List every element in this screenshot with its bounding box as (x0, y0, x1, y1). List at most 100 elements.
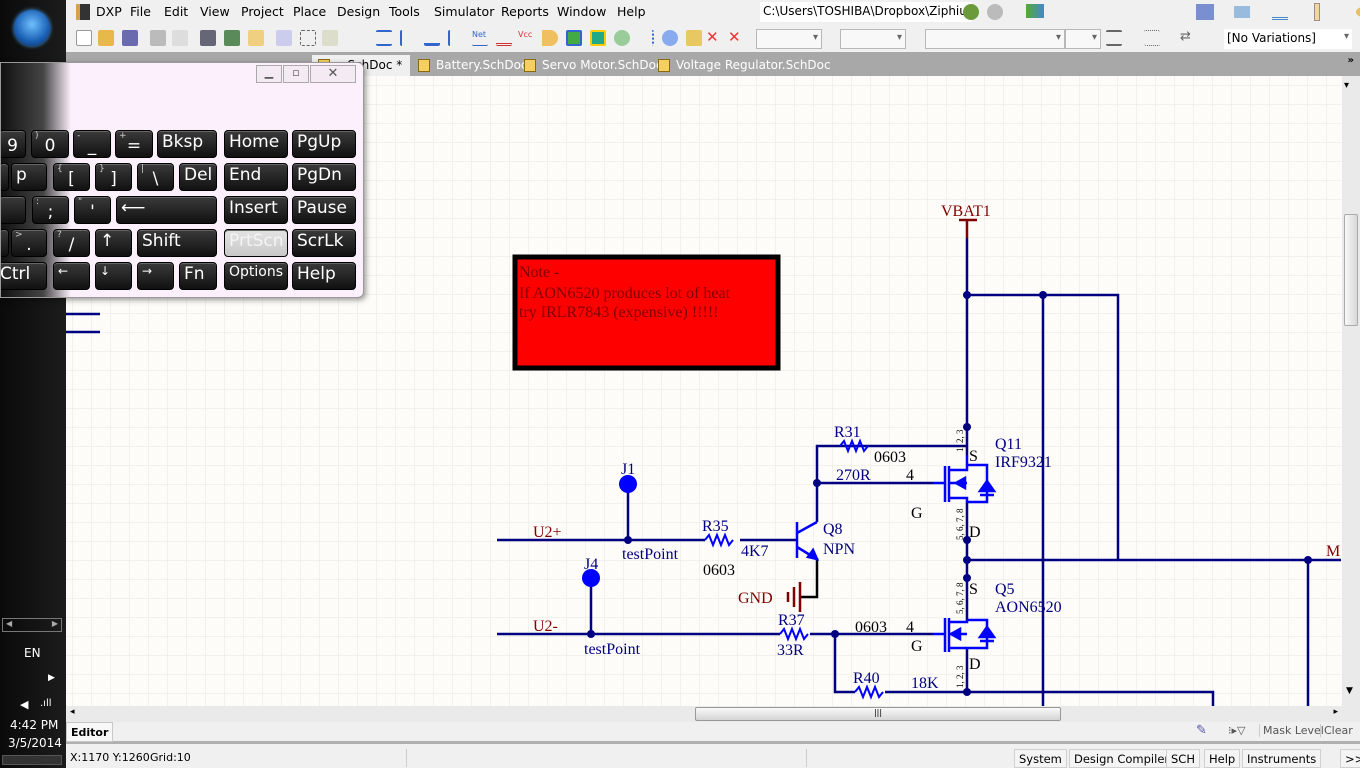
sheet-entry-icon[interactable] (590, 30, 606, 46)
horizontal-scrollbar[interactable]: ◂ ||| ▸ (66, 706, 1342, 722)
path-combo[interactable]: C:\Users\TOSHIBA\Dropbox\Ziphiu (760, 2, 972, 22)
clock-date[interactable]: 3/5/2014 (8, 736, 62, 750)
menu-place[interactable]: Place (293, 4, 326, 19)
scroll-right-icon[interactable]: ▸ (1333, 707, 1338, 717)
key-left[interactable]: ← (53, 262, 90, 290)
back-icon[interactable] (963, 4, 979, 20)
key-0[interactable]: ) 0 (31, 130, 69, 158)
key-semicolon[interactable]: :; (32, 196, 69, 224)
layers-icon[interactable] (200, 30, 216, 46)
board-icon[interactable] (224, 30, 240, 46)
vcc-port-icon[interactable]: Vcc (518, 30, 534, 46)
key-scrlk[interactable]: ScrLk (292, 229, 356, 257)
bus-icon[interactable] (376, 30, 392, 46)
menu-project[interactable]: Project (241, 4, 284, 19)
key-home[interactable]: Home (224, 130, 288, 158)
close-button[interactable]: ✕ (310, 65, 356, 83)
menu-view[interactable]: View (200, 4, 230, 19)
menu-design[interactable]: Design (337, 4, 380, 19)
key-l[interactable] (1, 196, 26, 224)
scroll-up-icon[interactable]: ▾ (1344, 80, 1349, 91)
home-icon[interactable] (1026, 4, 1044, 18)
print-icon[interactable] (150, 30, 166, 46)
menu-tools[interactable]: Tools (389, 4, 420, 19)
key-period[interactable]: >. (11, 229, 47, 257)
key-quote[interactable]: " ' (74, 196, 111, 224)
font-combo[interactable] (756, 29, 822, 49)
menu-window[interactable]: Window (557, 4, 606, 19)
drawing-tools-icon[interactable] (1196, 4, 1214, 20)
simulation-sources-icon[interactable] (1314, 3, 1320, 21)
swap-icon[interactable]: ⇄ (1180, 30, 1196, 46)
zoom-selected-icon[interactable] (322, 30, 338, 46)
scroll-left-icon[interactable]: ◂ (70, 707, 75, 717)
key-del[interactable]: Del (179, 163, 217, 191)
taskbar-scroller[interactable]: ◀ ▶ (2, 618, 62, 632)
language-indicator[interactable]: EN (24, 646, 41, 660)
print-preview-icon[interactable] (172, 30, 188, 46)
key-equals[interactable]: + = (115, 130, 153, 158)
power-ports-icon[interactable] (1272, 4, 1288, 20)
show-desktop[interactable] (2, 755, 62, 765)
line-style-icon[interactable] (1144, 30, 1160, 46)
clear-button[interactable]: Clear (1320, 724, 1353, 737)
filter-icon[interactable]: ⁝▸▽ (1228, 724, 1258, 737)
help-button[interactable]: Help (1204, 749, 1241, 768)
more-panels-button[interactable]: >> (1340, 749, 1360, 768)
zoom-fit-icon[interactable] (276, 30, 292, 46)
zoom-area-icon[interactable] (300, 30, 316, 46)
save-icon[interactable] (122, 30, 138, 46)
tab-voltage-regulator[interactable]: Voltage Regulator.SchDoc (652, 55, 835, 76)
menu-edit[interactable]: Edit (164, 4, 188, 19)
net-label-icon[interactable]: Net (472, 30, 488, 46)
key-right[interactable]: → (137, 262, 174, 290)
port-icon[interactable] (638, 30, 654, 46)
sheet-symbol-icon[interactable] (566, 30, 582, 46)
line-width-icon[interactable] (1106, 30, 1122, 46)
tab-battery[interactable]: Battery.SchDoc (412, 55, 532, 76)
key-9[interactable]: 9 (1, 130, 26, 158)
key-up[interactable]: ↑ (95, 229, 132, 257)
volume-icon[interactable]: ◀ (20, 698, 28, 711)
system-button[interactable]: System (1014, 749, 1067, 768)
no-erc-cross-icon[interactable]: ✕ (728, 30, 744, 46)
show-hidden-icons[interactable]: ▶ (48, 673, 55, 683)
port-entry-icon[interactable] (662, 30, 678, 46)
tab-overflow-icon[interactable]: » (1348, 55, 1354, 66)
vertical-scroll-thumb[interactable] (1344, 214, 1358, 326)
directive-icon[interactable] (686, 30, 702, 46)
wire-icon[interactable] (448, 30, 464, 46)
editor-tab[interactable]: Editor (66, 722, 114, 742)
key-left-bracket[interactable]: {[ (53, 163, 90, 191)
horizontal-scroll-thumb[interactable]: ||| (695, 707, 1061, 721)
menu-dxp[interactable]: DXP (96, 4, 122, 19)
key-prtscn[interactable]: PrtScn (224, 229, 288, 257)
key-pause[interactable]: Pause (292, 196, 356, 224)
instruments-button[interactable]: Instruments (1242, 749, 1322, 768)
key-minus[interactable]: - _ (73, 130, 111, 158)
recycle-icon[interactable] (614, 30, 630, 46)
size-combo[interactable] (840, 29, 906, 49)
key-slash[interactable]: ? / (53, 229, 90, 257)
design-compiler-button[interactable]: Design Compiler (1069, 749, 1175, 768)
sch-button[interactable]: SCH (1166, 749, 1200, 768)
no-erc-icon[interactable]: ✕ (706, 30, 722, 46)
sheet-icon[interactable] (248, 30, 264, 46)
start-button[interactable] (14, 10, 50, 46)
key-pgup[interactable]: PgUp (292, 130, 356, 158)
style-combo[interactable] (925, 29, 1065, 49)
key-help[interactable]: Help (292, 262, 356, 290)
forward-icon[interactable] (987, 4, 1003, 20)
new-document-icon[interactable] (76, 30, 92, 46)
key-down[interactable]: ↓ (95, 262, 132, 290)
menu-simulator[interactable]: Simulator (434, 4, 494, 19)
width-combo[interactable] (1065, 29, 1101, 49)
open-icon[interactable] (98, 30, 114, 46)
key-backspace[interactable]: Bksp (157, 130, 217, 158)
pencil-icon[interactable]: ✎ (1196, 723, 1224, 742)
key-pgdn[interactable]: PgDn (292, 163, 356, 191)
bus-entry-icon[interactable] (400, 30, 416, 46)
key-end[interactable]: End (224, 163, 288, 191)
variations-combo[interactable]: [No Variations] (1224, 29, 1352, 49)
menu-reports[interactable]: Reports (501, 4, 549, 19)
